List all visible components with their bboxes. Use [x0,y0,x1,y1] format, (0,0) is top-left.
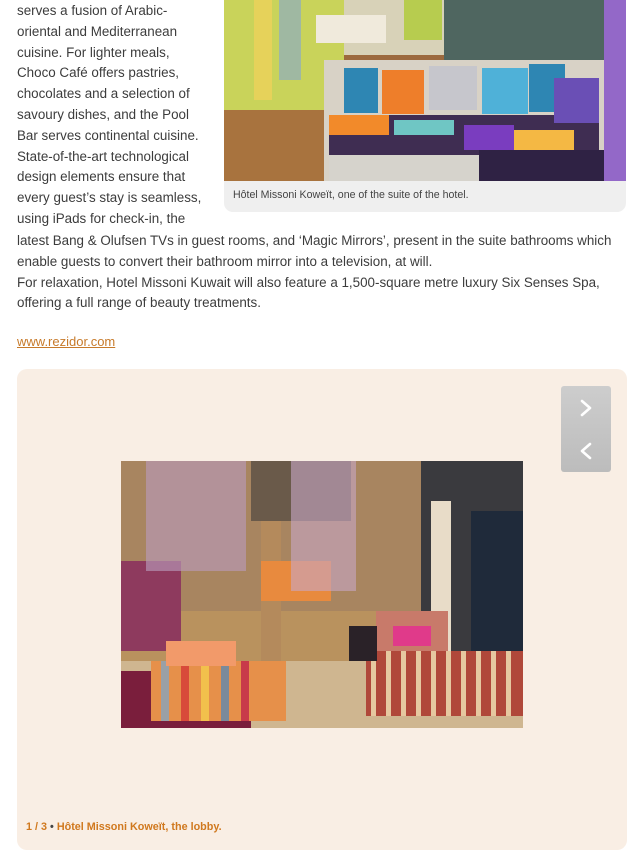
gallery-nav [561,386,611,472]
article-text-column: serves a fusion of Arabic- oriental and … [17,1,217,230]
slide-caption-text: Hôtel Missoni Koweït, the lobby. [56,821,222,833]
next-button[interactable] [561,386,611,429]
text-line: For relaxation, Hotel Missoni Kuwait wil… [17,274,600,290]
chevron-right-icon [580,399,592,416]
text-line: latest Bang & Olufsen TVs in guest rooms… [17,233,612,248]
chevron-left-icon [580,442,592,459]
lobby-photo-illustration [121,461,523,728]
text-line: State-of-the-art technological [17,148,189,164]
suite-photo-illustration [224,0,626,181]
text-line: offering a full range of beauty treatmen… [17,295,261,311]
text-line: savoury dishes, and the Pool [17,106,189,122]
gallery-caption: 1 / 3 • Hôtel Missoni Koweït, the lobby. [26,821,222,833]
bullet-separator: • [47,821,57,833]
suite-photo[interactable] [224,0,626,181]
rezidor-link[interactable]: www.rezidor.com [17,334,115,349]
gallery-slide-image[interactable] [121,461,523,728]
suite-photo-caption: Hôtel Missoni Koweït, one of the suite o… [233,189,469,201]
text-line: every guest’s stay is seamless, [17,190,202,206]
text-line: cuisine. For lighter meals, [17,44,170,60]
text-line: enable guests to convert their bathroom … [17,253,433,269]
previous-button[interactable] [561,429,611,472]
text-line: oriental and Mediterranean [17,23,178,39]
text-line: Choco Café offers pastries, [17,65,180,81]
article-text-full: latest Bang & Olufsen TVs in guest rooms… [17,231,627,314]
photo-gallery: 1 / 3 • Hôtel Missoni Koweït, the lobby. [17,369,627,850]
text-line: Bar serves continental cuisine. [17,127,199,143]
text-line: design elements ensure that [17,169,186,185]
suite-figure: Hôtel Missoni Koweït, one of the suite o… [224,0,626,212]
text-line: using iPads for check-in, the [17,210,186,226]
slide-separator: / [32,821,42,833]
text-line: serves a fusion of Arabic- [17,3,168,18]
text-line: chocolates and a selection of [17,86,190,102]
